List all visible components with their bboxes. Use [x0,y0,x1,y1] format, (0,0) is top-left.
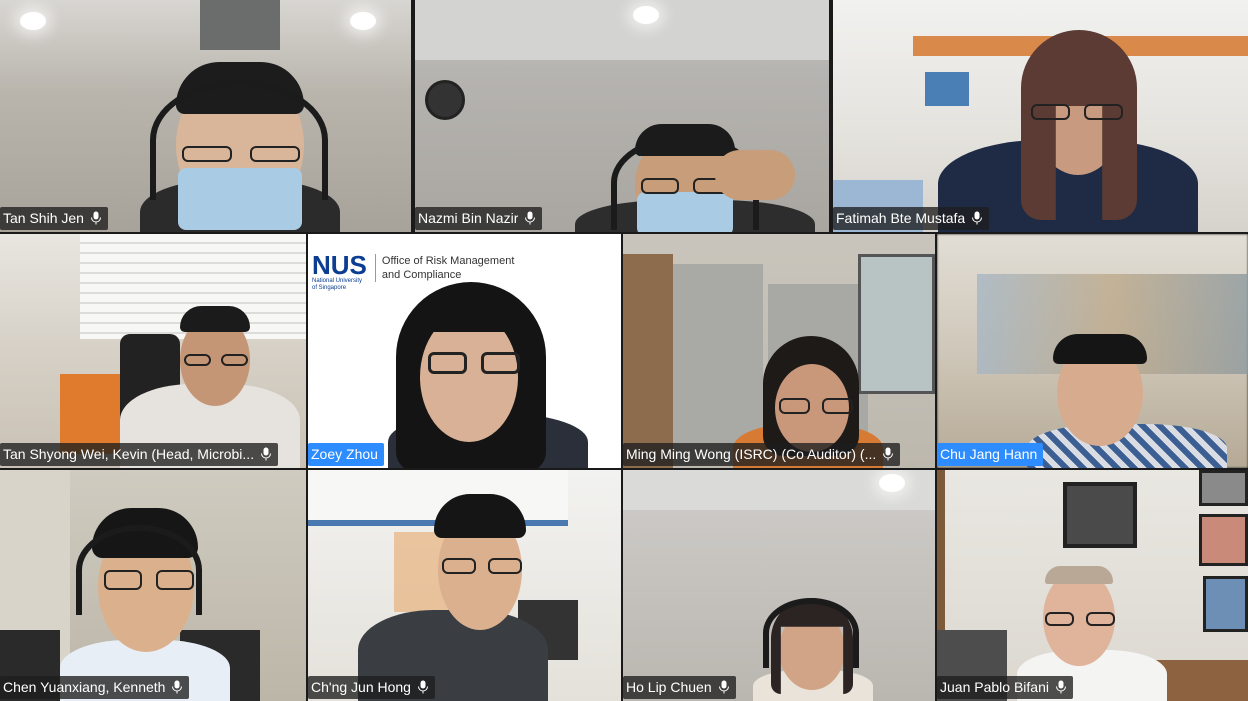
microphone-icon [1055,680,1066,694]
participant-nameplate: Nazmi Bin Nazir [415,207,543,230]
participant-name: Fatimah Bte Mustafa [836,210,966,226]
participant-name: Chu Jang Hann [940,446,1038,462]
video-tile-fatimah-bte-mustafa[interactable]: Fatimah Bte Mustafa [833,0,1248,232]
microphone-icon [525,211,536,225]
microphone-icon [172,680,183,694]
video-tile-juan-pablo-bifani[interactable]: Juan Pablo Bifani [937,470,1248,701]
video-tile-chen-yuanxiang[interactable]: Chen Yuanxiang, Kenneth [0,470,306,701]
participant-name: Juan Pablo Bifani [940,679,1049,695]
participant-nameplate: Ming Ming Wong (ISRC) (Co Auditor) (... [623,443,901,466]
face-mask [637,192,733,232]
microphone-icon [718,680,729,694]
microphone-icon [90,211,101,225]
ceiling-light [633,6,659,24]
participant-name: Ch'ng Jun Hong [311,679,411,695]
microphone-icon [417,680,428,694]
participant-name: Ming Ming Wong (ISRC) (Co Auditor) (... [626,446,877,462]
participant-nameplate: Juan Pablo Bifani [937,676,1073,699]
video-tile-chng-jun-hong[interactable]: Ch'ng Jun Hong [308,470,621,701]
video-tile-zoey-zhou[interactable]: NUS National University of Singapore Off… [308,234,621,468]
microphone-icon [883,447,894,461]
participant-name: Ho Lip Chuen [626,679,712,695]
participant-nameplate: Zoey Zhou [308,443,384,466]
microphone-icon [261,447,272,461]
video-tile-tan-shyong-wei[interactable]: Tan Shyong Wei, Kevin (Head, Microbi... [0,234,306,468]
participant-name: Tan Shih Jen [3,210,84,226]
participant-name: Nazmi Bin Nazir [418,210,519,226]
wall-picture [1203,576,1248,632]
participant-nameplate: Ch'ng Jun Hong [308,676,435,699]
ceiling-light [879,474,905,492]
video-tile-nazmi-bin-nazir[interactable]: Nazmi Bin Nazir [415,0,829,232]
video-tile-tan-shih-jen[interactable]: Tan Shih Jen [0,0,411,232]
participant-nameplate: Ho Lip Chuen [623,676,736,699]
video-tile-ming-ming-wong[interactable]: Ming Ming Wong (ISRC) (Co Auditor) (... [623,234,935,468]
wall-picture [1063,482,1137,548]
wall-picture [1199,514,1248,566]
participant-name: Tan Shyong Wei, Kevin (Head, Microbi... [3,446,255,462]
participant-name: Zoey Zhou [311,446,378,462]
participant-nameplate: Chen Yuanxiang, Kenneth [0,676,190,699]
video-tile-ho-lip-chuen[interactable]: Ho Lip Chuen [623,470,935,701]
wall-picture [1199,470,1248,506]
microphone-icon [972,211,983,225]
wall-clock [425,80,465,120]
participant-name: Chen Yuanxiang, Kenneth [3,679,166,695]
participant-nameplate: Fatimah Bte Mustafa [833,207,990,230]
participant-nameplate: Tan Shyong Wei, Kevin (Head, Microbi... [0,443,279,466]
video-tile-chu-jang-hann[interactable]: Chu Jang Hann [937,234,1248,468]
participant-nameplate: Chu Jang Hann [937,443,1044,466]
ceiling-light [20,12,46,30]
headset-icon [763,598,859,668]
participant-nameplate: Tan Shih Jen [0,207,108,230]
face-mask [178,168,302,230]
ceiling-light [350,12,376,30]
